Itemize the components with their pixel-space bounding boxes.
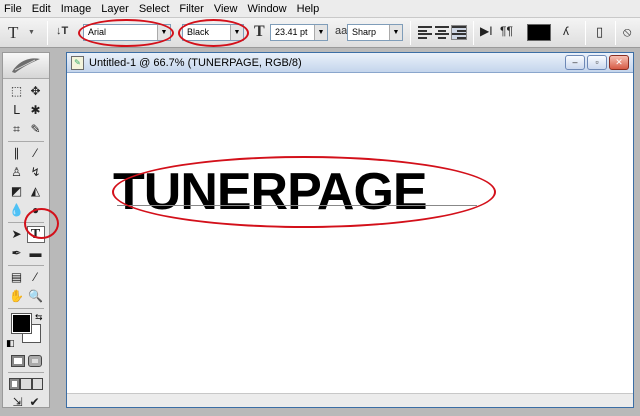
full-screen-icon[interactable] <box>20 378 32 390</box>
divider <box>410 21 411 45</box>
font-family-value: Arial <box>88 27 107 37</box>
move-tool-icon[interactable]: ✥ <box>27 83 45 100</box>
font-style-value: Black <box>187 27 210 37</box>
checkmark-icon[interactable]: ✔ <box>26 394 43 411</box>
font-size-select[interactable]: 23.41 pt ▼ <box>270 24 328 41</box>
canvas[interactable]: TUNERPAGE <box>67 74 633 394</box>
font-size-icon: T <box>254 23 265 40</box>
divider <box>8 372 44 373</box>
history-brush-icon[interactable]: ↯ <box>27 164 45 181</box>
font-family-select[interactable]: Arial ▼ <box>83 24 171 41</box>
divider <box>473 21 474 45</box>
align-left-icon[interactable] <box>418 26 432 39</box>
close-button[interactable]: ✕ <box>609 55 629 70</box>
chevron-down-icon: ▼ <box>157 25 170 40</box>
menu-edit[interactable]: Edit <box>27 0 56 18</box>
chevron-down-icon: ▼ <box>314 25 327 40</box>
divider <box>585 21 586 45</box>
menu-window[interactable]: Window <box>243 0 292 18</box>
menu-file[interactable]: File <box>0 0 27 18</box>
standard-mode-icon[interactable] <box>10 355 25 367</box>
brush-tool-icon[interactable]: ⁄ <box>27 145 45 162</box>
default-colors-icon[interactable]: ◧ <box>6 338 15 349</box>
dodge-tool-icon[interactable]: ● <box>27 202 45 219</box>
notes-tool-icon[interactable]: ▤ <box>8 269 26 286</box>
text-baseline <box>117 205 477 206</box>
jump-to-imageready-icon[interactable]: ⇲ <box>9 394 26 411</box>
path-selection-icon[interactable]: ➤ <box>8 226 26 243</box>
antialias-value: Sharp <box>352 27 377 37</box>
paragraph-marks-icon[interactable]: ¶¶ <box>500 24 513 38</box>
options-bar: T ▼ ↓T Arial ▼ Black ▼ T 23.41 pt ▼ aa S… <box>0 18 640 48</box>
document-title: Untitled-1 @ 66.7% (TUNERPAGE, RGB/8) <box>89 57 302 69</box>
divider <box>8 265 44 266</box>
magic-wand-icon[interactable]: ✱ <box>27 102 45 119</box>
menu-select[interactable]: Select <box>134 0 175 18</box>
document-icon: ✎ <box>71 56 84 70</box>
text-color-swatch[interactable] <box>527 24 551 41</box>
lasso-tool-icon[interactable]: ᒪ <box>8 102 26 119</box>
divider <box>8 308 44 309</box>
menu-layer[interactable]: Layer <box>96 0 134 18</box>
crop-tool-icon[interactable]: ⌗ <box>8 121 26 138</box>
align-center-icon[interactable] <box>435 26 449 39</box>
hand-tool-icon[interactable]: ✋ <box>8 288 26 305</box>
align-right-icon[interactable] <box>451 25 467 40</box>
warp-text-icon[interactable]: ʎ <box>563 24 569 38</box>
color-selector: ⇆ ◧ <box>3 312 49 352</box>
feather-logo-icon <box>12 58 40 73</box>
healing-brush-icon[interactable]: ∥ <box>8 145 26 162</box>
slice-tool-icon[interactable]: ✎ <box>27 121 45 138</box>
paragraph-direction-icon[interactable]: ▶I <box>480 24 493 38</box>
toolbox-header <box>3 53 49 79</box>
font-style-select[interactable]: Black ▼ <box>182 24 244 41</box>
chevron-down-icon: ▼ <box>28 29 35 36</box>
menu-help[interactable]: Help <box>292 0 325 18</box>
pen-tool-icon[interactable]: ✒ <box>8 245 26 262</box>
text-orientation-icon[interactable]: ↓T <box>56 25 72 41</box>
screen-mode-icon[interactable] <box>9 378 21 390</box>
eyedropper-icon[interactable]: ⁄ <box>27 269 45 286</box>
toolbox: ⬚ ✥ ᒪ ✱ ⌗ ✎ ∥ ⁄ ♙ ↯ ◩ ◭ 💧 ● ➤ T ✒ ▬ ▤ ⁄ ✋ 🔍 ⇆ ◧ ⇲ ✔ <box>2 52 50 411</box>
eraser-tool-icon[interactable]: ◩ <box>8 183 26 200</box>
document-window: ✎ Untitled-1 @ 66.7% (TUNERPAGE, RGB/8) … <box>66 52 634 408</box>
divider <box>8 222 44 223</box>
quick-mask-icon[interactable] <box>27 355 42 367</box>
antialias-select[interactable]: Sharp ▼ <box>347 24 403 41</box>
swap-colors-icon[interactable]: ⇆ <box>35 312 43 323</box>
canvas-text[interactable]: TUNERPAGE <box>113 166 428 218</box>
menu-filter[interactable]: Filter <box>174 0 208 18</box>
cancel-icon[interactable]: ⦸ <box>623 24 631 40</box>
palettes-icon[interactable]: ▯ <box>596 24 603 40</box>
antialias-icon: aa <box>335 25 348 37</box>
chevron-down-icon: ▼ <box>230 25 243 40</box>
marquee-tool-icon[interactable]: ⬚ <box>8 83 26 100</box>
blur-tool-icon[interactable]: 💧 <box>8 202 26 219</box>
divider <box>47 21 48 45</box>
minimize-button[interactable]: – <box>565 55 585 70</box>
full-screen-black-icon[interactable] <box>31 378 43 390</box>
shape-tool-icon[interactable]: ▬ <box>27 245 45 262</box>
type-tool-icon: T <box>8 23 19 42</box>
zoom-tool-icon[interactable]: 🔍 <box>27 288 45 305</box>
divider <box>8 141 44 142</box>
tool-preset-picker[interactable]: T ▼ <box>8 22 38 44</box>
foreground-color-swatch[interactable] <box>11 313 32 334</box>
menu-bar: File Edit Image Layer Select Filter View… <box>0 0 640 18</box>
maximize-button[interactable]: ▫ <box>587 55 607 70</box>
clone-stamp-icon[interactable]: ♙ <box>8 164 26 181</box>
paint-bucket-icon[interactable]: ◭ <box>27 183 45 200</box>
type-tool-icon[interactable]: T <box>26 226 45 243</box>
horizontal-scrollbar[interactable] <box>67 393 633 407</box>
menu-view[interactable]: View <box>209 0 243 18</box>
divider <box>615 21 616 45</box>
font-size-value: 23.41 pt <box>275 27 308 37</box>
menu-image[interactable]: Image <box>56 0 97 18</box>
chevron-down-icon: ▼ <box>389 25 402 40</box>
document-title-bar[interactable]: ✎ Untitled-1 @ 66.7% (TUNERPAGE, RGB/8) … <box>67 53 633 73</box>
